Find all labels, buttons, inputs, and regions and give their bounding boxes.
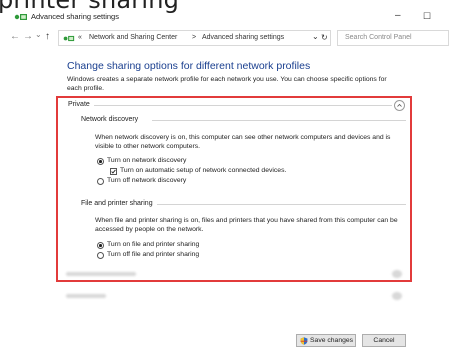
network-sharing-icon (63, 35, 75, 42)
save-changes-button[interactable]: Save changes (296, 334, 356, 347)
address-bar: ← → ⌄ ↑ « Network and Sharing Center > A… (0, 27, 449, 49)
blurred-expand-button[interactable] (392, 292, 402, 300)
breadcrumb-advanced-sharing-settings[interactable]: Advanced sharing settings (202, 34, 284, 41)
breadcrumb-overflow[interactable]: « (78, 34, 82, 41)
file-printer-sharing-description: When file and printer sharing is on, fil… (95, 217, 398, 233)
cancel-button[interactable]: Cancel (362, 334, 406, 347)
blurred-profile-label[interactable] (66, 294, 106, 298)
turn-on-file-sharing-radio[interactable] (97, 242, 104, 249)
intro-text: Windows creates a separate network profi… (67, 76, 387, 92)
turn-off-network-discovery-radio[interactable] (97, 178, 104, 185)
network-discovery-description: When network discovery is on, this compu… (95, 134, 391, 150)
turn-off-file-sharing-radio[interactable] (97, 252, 104, 259)
up-button[interactable]: ↑ (45, 32, 50, 42)
breadcrumb-separator: > (192, 34, 197, 41)
refresh-icon[interactable]: ↻ (321, 33, 328, 42)
recent-locations-button[interactable]: ⌄ (35, 30, 42, 40)
private-profile-divider (94, 105, 392, 106)
turn-on-network-discovery-radio[interactable] (97, 158, 104, 165)
page-title: Change sharing options for different net… (67, 60, 311, 72)
blurred-expand-button[interactable] (392, 270, 402, 278)
cancel-label: Cancel (373, 337, 395, 344)
file-printer-sharing-title: File and printer sharing (81, 200, 153, 207)
save-changes-label: Save changes (310, 337, 354, 344)
search-input[interactable]: Search Control Panel (337, 30, 449, 46)
back-button[interactable]: ← (10, 32, 20, 42)
chevron-up-icon (397, 103, 402, 107)
file-printer-sharing-divider (157, 204, 406, 205)
search-placeholder: Search Control Panel (345, 34, 412, 41)
blurred-profile-label[interactable] (66, 272, 136, 276)
maximize-button[interactable]: ☐ (423, 11, 431, 21)
network-discovery-divider (152, 120, 406, 121)
shield-icon (300, 337, 308, 345)
window-title: Advanced sharing settings (31, 12, 119, 21)
forward-button[interactable]: → (23, 32, 33, 42)
network-discovery-title: Network discovery (81, 116, 139, 123)
auto-setup-label[interactable]: Turn on automatic setup of network conne… (120, 167, 286, 174)
minimize-button[interactable]: – (395, 11, 401, 21)
auto-setup-checkbox[interactable] (110, 168, 117, 175)
address-dropdown-chevron-icon[interactable]: ⌄ (312, 32, 319, 41)
address-box[interactable]: « Network and Sharing Center > Advanced … (58, 30, 331, 46)
collapse-private-button[interactable] (394, 100, 405, 111)
turn-on-file-sharing-label[interactable]: Turn on file and printer sharing (107, 241, 199, 248)
turn-on-network-discovery-label[interactable]: Turn on network discovery (107, 157, 186, 164)
checkmark-icon (111, 169, 116, 174)
network-sharing-icon (14, 14, 27, 20)
breadcrumb-network-sharing-center[interactable]: Network and Sharing Center (89, 34, 177, 41)
private-profile-label[interactable]: Private (68, 101, 90, 108)
turn-off-file-sharing-label[interactable]: Turn off file and printer sharing (107, 251, 199, 258)
turn-off-network-discovery-label[interactable]: Turn off network discovery (107, 177, 186, 184)
title-bar: Advanced sharing settings – ☐ (0, 0, 449, 26)
